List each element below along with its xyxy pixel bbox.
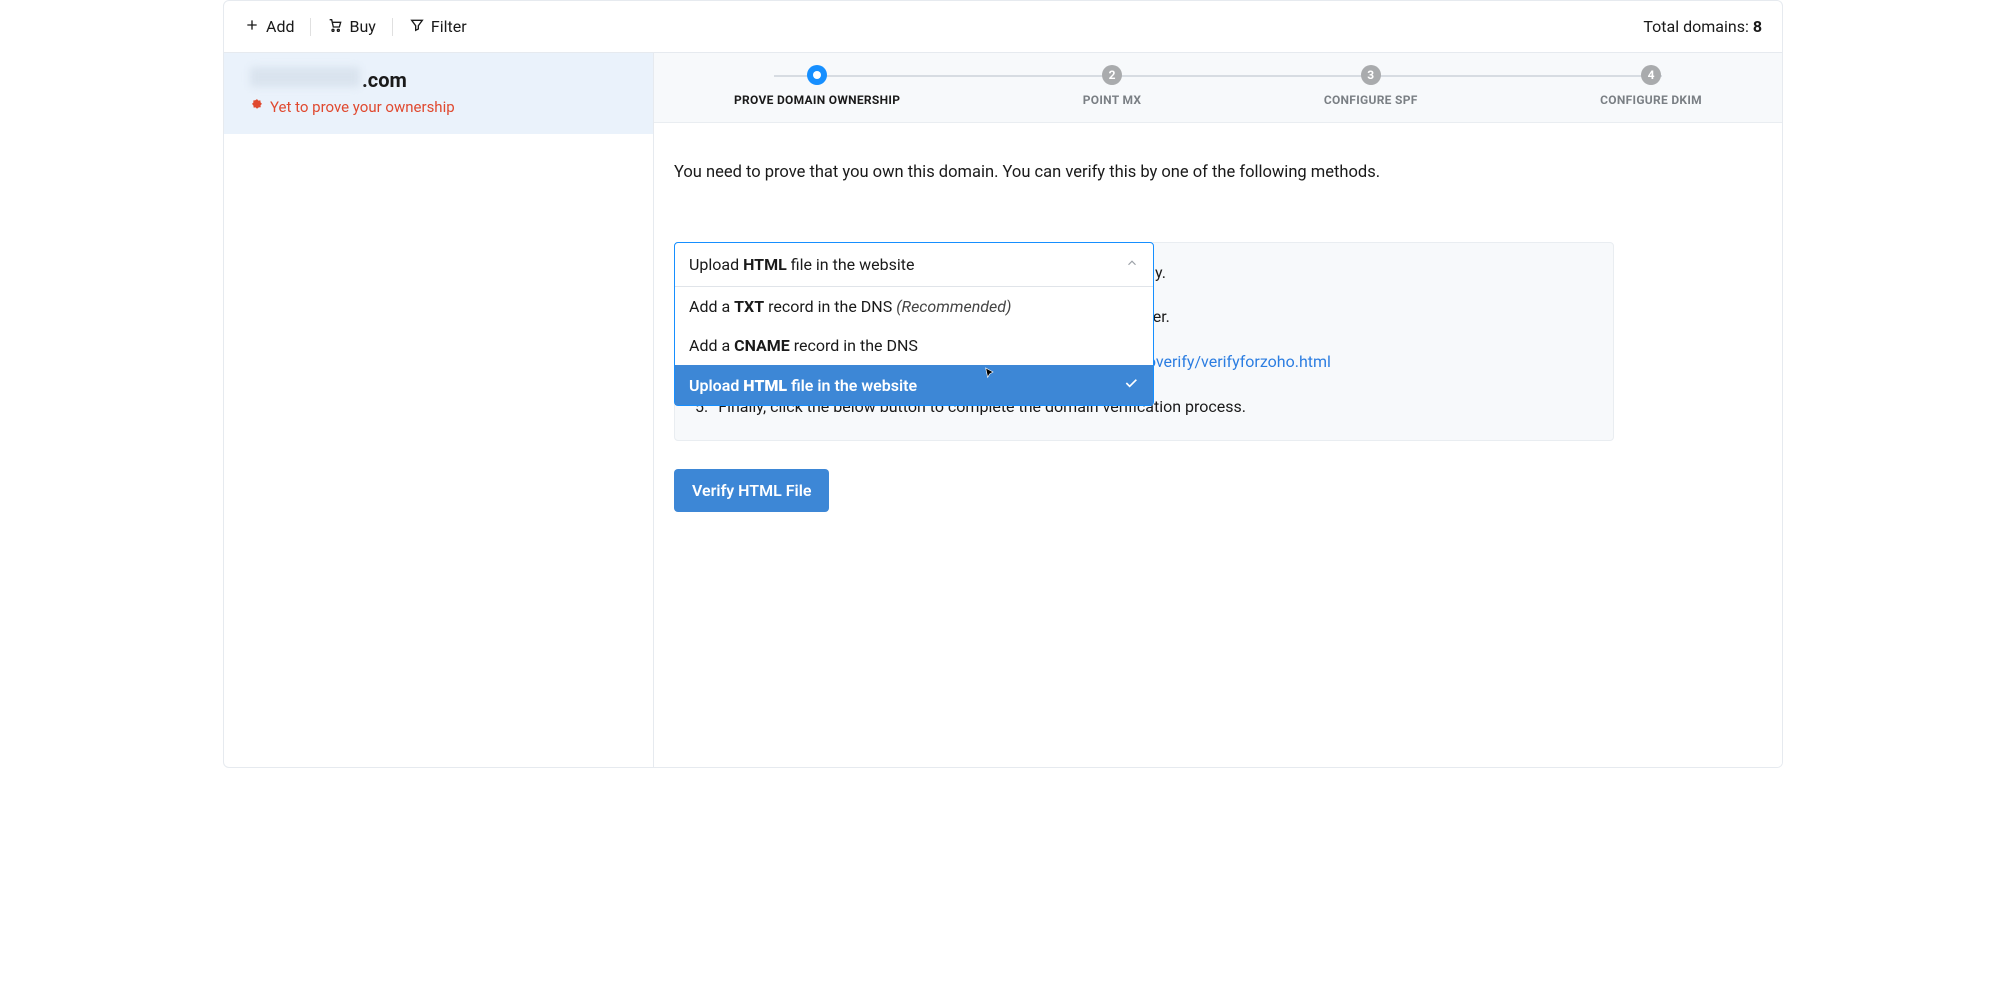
filter-icon <box>409 17 425 37</box>
step-configure-dkim[interactable]: 4 CONFIGURE DKIM <box>1600 65 1702 107</box>
step-prove-domain-ownership[interactable]: 1 PROVE DOMAIN OWNERSHIP <box>734 65 900 107</box>
warning-icon <box>250 98 264 116</box>
stepper-line <box>774 75 1662 77</box>
body: .com Yet to prove your ownership 1 PROVE… <box>224 53 1782 767</box>
step-circle-3: 3 <box>1361 65 1381 85</box>
step-circle-2: 2 <box>1102 65 1122 85</box>
sidebar: .com Yet to prove your ownership <box>224 53 654 767</box>
step-label-2: POINT MX <box>1083 93 1142 107</box>
step-circle-1: 1 <box>807 65 827 85</box>
total-domains-label: Total domains: <box>1643 17 1752 36</box>
verify-button-label: Verify HTML File <box>692 481 811 500</box>
total-domains-count: 8 <box>1753 17 1762 36</box>
domain-name-redacted <box>250 67 360 87</box>
verification-method-dropdown-layer: Upload HTML file in the website Add a TX… <box>674 242 1154 406</box>
domain-status: Yet to prove your ownership <box>250 98 627 116</box>
step-circle-4: 4 <box>1641 65 1661 85</box>
step-label-4: CONFIGURE DKIM <box>1600 93 1702 107</box>
stepper: 1 PROVE DOMAIN OWNERSHIP 2 POINT MX 3 CO… <box>654 53 1782 123</box>
domain-name: .com <box>250 67 627 92</box>
separator <box>310 18 311 36</box>
buy-label: Buy <box>349 17 375 36</box>
option-cname-record[interactable]: Add a CNAME record in the DNS <box>675 326 1153 365</box>
step-configure-spf[interactable]: 3 CONFIGURE SPF <box>1324 65 1418 107</box>
verification-method-select[interactable]: Upload HTML file in the website Add a TX… <box>674 242 1154 406</box>
select-head[interactable]: Upload HTML file in the website <box>675 243 1153 287</box>
step-label-3: CONFIGURE SPF <box>1324 93 1418 107</box>
domain-suffix: .com <box>362 68 407 92</box>
toolbar: Add Buy Filter Total domains: 8 <box>224 1 1782 53</box>
select-head-text: Upload HTML file in the website <box>689 255 914 274</box>
domain-card[interactable]: .com Yet to prove your ownership <box>224 53 653 134</box>
step-point-mx[interactable]: 2 POINT MX <box>1083 65 1142 107</box>
plus-icon <box>244 17 260 37</box>
separator <box>392 18 393 36</box>
option-upload-html[interactable]: Upload HTML file in the website <box>675 365 1153 405</box>
total-domains: Total domains: 8 <box>1643 17 1762 36</box>
filter-label: Filter <box>431 17 467 36</box>
check-icon <box>1123 375 1139 395</box>
content: You need to prove that you own this doma… <box>654 123 1782 767</box>
app-frame: Add Buy Filter Total domains: 8 .com <box>223 0 1783 768</box>
select-options: Add a TXT record in the DNS (Recommended… <box>675 287 1153 405</box>
chevron-up-icon <box>1125 255 1139 274</box>
buy-button[interactable]: Buy <box>327 17 375 37</box>
add-button[interactable]: Add <box>244 17 294 37</box>
filter-button[interactable]: Filter <box>409 17 467 37</box>
intro-text: You need to prove that you own this doma… <box>674 163 1762 182</box>
cart-icon <box>327 17 343 37</box>
toolbar-left: Add Buy Filter <box>244 17 467 37</box>
option-txt-record[interactable]: Add a TXT record in the DNS (Recommended… <box>675 287 1153 326</box>
step-label-1: PROVE DOMAIN OWNERSHIP <box>734 93 900 107</box>
main: 1 PROVE DOMAIN OWNERSHIP 2 POINT MX 3 CO… <box>654 53 1782 767</box>
instruction-fragment: y. <box>1155 263 1166 282</box>
add-label: Add <box>266 17 294 36</box>
verify-html-file-button[interactable]: Verify HTML File <box>674 469 829 512</box>
domain-status-text: Yet to prove your ownership <box>270 98 455 116</box>
